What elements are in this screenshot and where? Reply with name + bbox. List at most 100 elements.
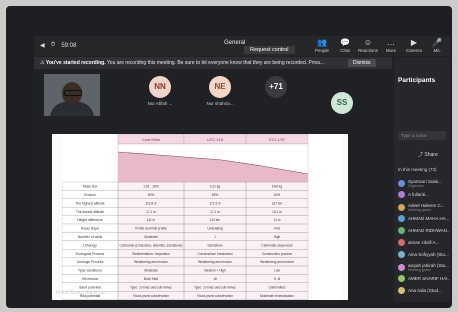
participant-strip: NN Nur Afifah ... NE Nur shahira... +71 SS — [34, 72, 392, 116]
avatar — [398, 239, 405, 246]
toolbar-mic-button[interactable]: 🎤 Mic — [427, 38, 447, 53]
row-label: Type sandstone — [78, 269, 102, 273]
shared-document: Cont Mine UTC 41ft ECL LTE Mass flux 1.61 · … — [61, 134, 342, 300]
row-label: Areas slope — [81, 227, 99, 231]
participant-info: aisyah jahirah (Stu... Meeting guest — [408, 263, 450, 272]
cell-value: 6.86 kg — [272, 185, 283, 189]
meeting-toolbar: 👥People💬Chat☺Reactions…More▶Camera🎤Mic⬆S… — [312, 38, 450, 53]
cell-value: Weathering and erosion — [198, 260, 232, 264]
cell-value: Weathering and erosion — [260, 260, 294, 264]
participant-info: Adeel Haleem C... Meeting guest — [408, 203, 450, 212]
toolbar-more-button[interactable]: … More — [381, 38, 401, 53]
toolbar-label: Mic — [433, 48, 441, 53]
avatar — [398, 264, 405, 271]
meeting-timer: 59:08 — [61, 42, 77, 49]
participant-name: AHMAD RIDHWAN... — [408, 228, 450, 233]
participant-info: aiman zikrill A... — [408, 240, 450, 245]
toolbar-people-button[interactable]: 👥 People — [312, 38, 332, 53]
participant-info: Ana Aida (Stud... — [408, 288, 450, 293]
cell-value: Profile and hills profile — [135, 227, 166, 231]
participant-role: Organiser — [408, 184, 424, 188]
presenter-shoulders — [50, 102, 94, 116]
toolbar-chat-button[interactable]: 💬 Chat — [335, 38, 355, 53]
participant-list-item[interactable]: aiman zikrill A... — [398, 239, 450, 246]
toolbar-reactions-button[interactable]: ☺ Reactions — [358, 38, 378, 53]
cell-value: Construction/ breakdown — [197, 252, 232, 256]
participant-info: AHMAD RIDHWAN... — [408, 228, 450, 233]
reactions-icon: ☺ — [363, 38, 373, 47]
participant-name: aiman zikrill A... — [408, 240, 440, 245]
avatar: +71 — [265, 76, 287, 98]
participant-tile[interactable]: SS — [324, 92, 360, 114]
shared-table: Cont Mine UTC 41ft ECL LTE Mass flux 1.61 · … — [61, 134, 309, 300]
camera-icon: ▶ — [410, 38, 418, 47]
teams-window: ◀ ⏱ 59:08 General Request control 👥 Peopl… — [34, 36, 450, 302]
participant-list-item[interactable]: Ana Aida (Stud... — [398, 287, 450, 294]
participant-info: AMER SHARIF HAI... — [408, 276, 450, 281]
participant-list-item[interactable]: AMER SHARIF HAI... — [398, 275, 450, 282]
avatar — [398, 275, 405, 282]
participant-role: Meeting guest — [408, 268, 431, 272]
row-label: Ecological Process — [76, 252, 105, 256]
avatar: NE — [209, 76, 231, 98]
participant-list-item[interactable]: aisyah jahirah (Stu... Meeting guest — [398, 263, 450, 272]
row-label: Mass flux — [83, 185, 98, 189]
participant-tile[interactable]: NE Nur shahira... — [202, 76, 238, 106]
cell-value: Sandstone — [207, 243, 222, 247]
participant-list-item[interactable]: A fullanti... — [398, 191, 450, 198]
row-label: Height difference — [77, 218, 103, 222]
participant-name: Ana Aida (Stud... — [408, 288, 442, 293]
toolbar-label: Reactions — [358, 48, 379, 53]
request-control-button[interactable]: Request control — [244, 46, 295, 54]
header-label: UTC 41ft — [207, 137, 224, 142]
cell-value: Moderate mineralization — [260, 294, 294, 298]
cell-value: Both: field — [144, 277, 158, 281]
cell-value: 18 — [213, 277, 217, 281]
recording-banner-message: You are recording this meeting. Be sure … — [106, 60, 325, 66]
back-icon[interactable]: ◀ — [40, 42, 45, 49]
presenter-video-tile[interactable] — [44, 74, 100, 116]
cell-value: Moderate — [144, 235, 158, 239]
cell-value: Carbonate sequences — [261, 243, 293, 247]
toolbar-camera-button[interactable]: ▶ Camera — [404, 38, 424, 53]
recording-banner-title: You've started recording. — [45, 60, 106, 66]
participant-list-item[interactable]: Syamsuri Sulai... Organiser — [398, 179, 450, 188]
avatar: SS — [331, 92, 353, 114]
participant-tile[interactable]: +71 — [258, 76, 294, 98]
share-invite-button[interactable]: ⤴ Share — [418, 151, 438, 158]
avatar — [398, 191, 405, 198]
avatar — [398, 227, 405, 234]
participant-list-item[interactable]: Adeel Haleem C... Meeting guest — [398, 203, 450, 212]
cell-value: Flat — [274, 227, 279, 231]
mic-icon: 🎤 — [432, 38, 442, 47]
dismiss-button[interactable]: Dismiss — [348, 59, 376, 67]
cell-value: 90% — [148, 193, 155, 197]
participant-info: A fullanti... — [408, 192, 450, 197]
participants-panel: Participants Type a name ⤴ Share In this… — [394, 57, 450, 302]
recording-banner: ⚠ You've started recording. You are reco… — [34, 57, 392, 69]
row-label: Sand potential — [79, 285, 101, 289]
participant-search-input[interactable]: Type a name — [398, 131, 446, 140]
people-icon: 👥 — [317, 38, 327, 47]
header-label: ECL LTE — [269, 137, 285, 142]
cell-value: 17.1 m — [210, 210, 220, 214]
share-label: Share — [424, 152, 438, 158]
participant-name: AMER SHARIF HAI... — [408, 276, 450, 281]
participant-list-item[interactable]: Aina Sofiyyah (Stu... — [398, 251, 450, 258]
row-label: Geologic Process — [77, 260, 104, 264]
participant-info: Aina Sofiyyah (Stu... — [408, 252, 450, 257]
shared-screen[interactable]: Cont Mine UTC 41ft ECL LTE Mass flux 1.61 · … — [52, 134, 348, 300]
avatar — [398, 287, 405, 294]
participant-tile[interactable]: NN Nur Afifah ... — [142, 76, 178, 106]
in-meeting-count[interactable]: In this meeting (73) — [398, 167, 437, 172]
participant-list-item[interactable]: AHMAD MAHA HA... — [398, 215, 450, 222]
cell-value: 40% — [274, 193, 281, 197]
window-title: General — [224, 40, 246, 46]
cell-value: 1 — [214, 235, 216, 239]
participant-list-item[interactable]: AHMAD RIDHWAN... — [398, 227, 450, 234]
cell-value: Type: 2 mines and sub-mines — [130, 285, 172, 289]
participant-name: Aina Sofiyyah (Stu... — [408, 252, 449, 257]
cell-value: 111 m — [147, 218, 156, 222]
toolbar-label: More — [385, 48, 397, 53]
cell-value: Flood-prone conservation — [197, 294, 233, 298]
